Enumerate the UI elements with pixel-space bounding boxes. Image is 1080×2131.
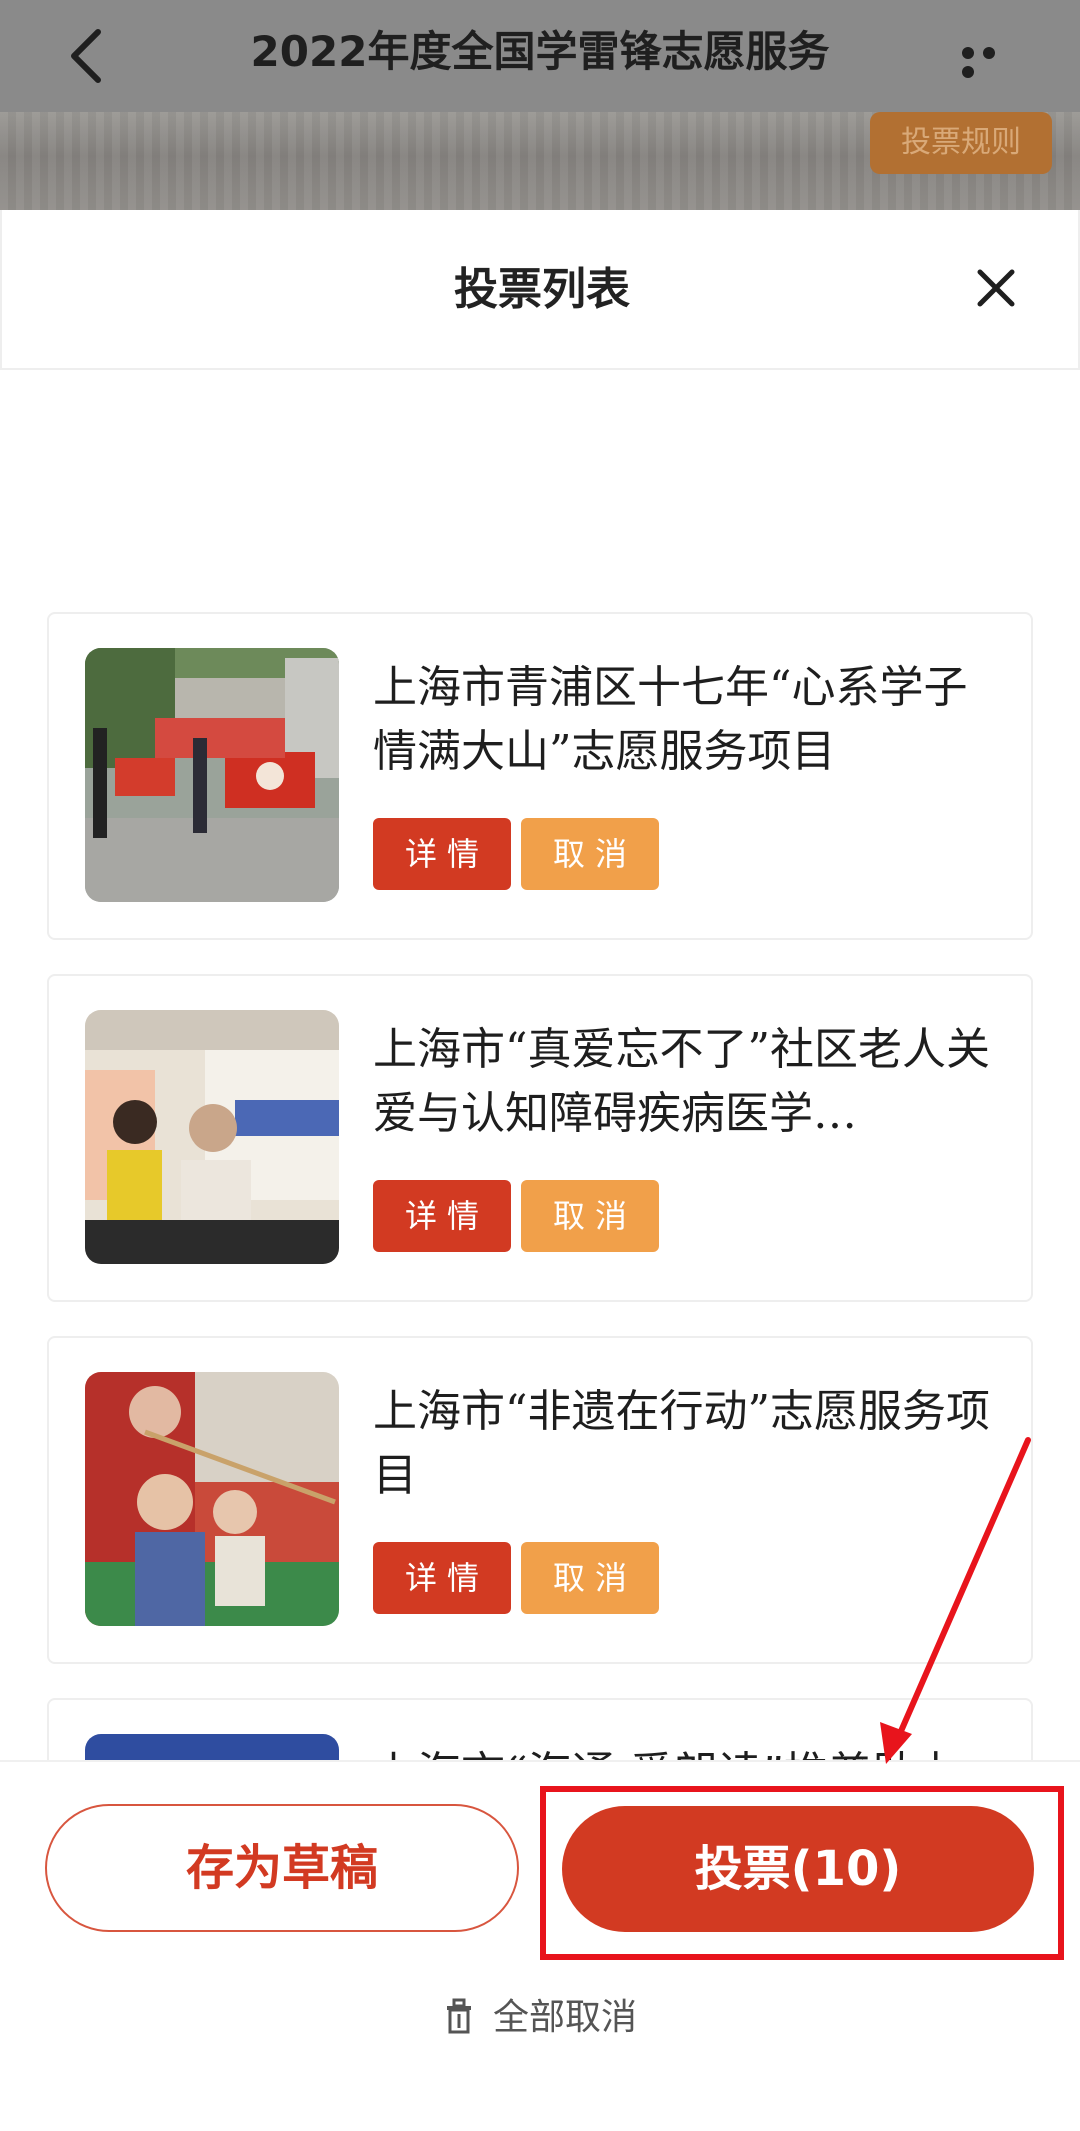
project-thumbnail (85, 648, 339, 902)
detail-button[interactable]: 详情 (373, 818, 511, 890)
project-title: 上海市“海通·爱朗读”推普助力乡村振兴志愿服务项目 (373, 1742, 993, 1760)
project-thumbnail (85, 1010, 339, 1264)
save-draft-button[interactable]: 存为草稿 (45, 1804, 519, 1932)
cancel-button[interactable]: 取消 (521, 1180, 659, 1252)
sheet-footer: 存为草稿 投票(10) 全部取消 (0, 1760, 1080, 2131)
sheet-header: 投票列表 (0, 210, 1080, 370)
project-title: 上海市“非遗在行动”志愿服务项目 (373, 1386, 990, 1501)
cancel-button[interactable]: 取消 (521, 818, 659, 890)
more-icon[interactable] (962, 44, 1024, 78)
page-title: 2022年度全国学雷锋志愿服务 (250, 27, 830, 76)
vote-list[interactable]: 上海市青浦区十七年“心系学子 情满大山”志愿服务项目 详情 取消 上海市“真爱忘… (0, 372, 1080, 1760)
list-item: 上海市青浦区十七年“心系学子 情满大山”志愿服务项目 详情 取消 (47, 612, 1033, 940)
project-title: 上海市“真爱忘不了”社区老人关爱与认知障碍疾病医学… (373, 1024, 990, 1139)
project-thumbnail (85, 1372, 339, 1626)
project-title: 上海市青浦区十七年“心系学子 情满大山”志愿服务项目 (373, 662, 968, 777)
list-item: 上海市“非遗在行动”志愿服务项目 详情 取消 (47, 1336, 1033, 1664)
vote-button[interactable]: 投票(10) (562, 1806, 1034, 1932)
cancel-all-label: 全部取消 (492, 1997, 637, 2038)
project-thumbnail (85, 1734, 339, 1760)
detail-button[interactable]: 详情 (373, 1542, 511, 1614)
back-icon[interactable] (66, 28, 106, 84)
cancel-button[interactable]: 取消 (521, 1542, 659, 1614)
list-item: 上海市“真爱忘不了”社区老人关爱与认知障碍疾病医学… 详情 取消 (47, 974, 1033, 1302)
detail-button[interactable]: 详情 (373, 1180, 511, 1252)
list-item: 上海市“海通·爱朗读”推普助力乡村振兴志愿服务项目 详情 取消 (47, 1698, 1033, 1760)
sheet-title: 投票列表 (454, 264, 630, 315)
vote-rules-button[interactable]: 投票规则 (870, 112, 1052, 174)
top-bar: 2022年度全国学雷锋志愿服务 (0, 0, 1080, 112)
vote-list-sheet: 投票列表 上海市青浦区十七年“心系学子 情满大山”志愿服务项目 详情 取消 上海… (0, 210, 1080, 2131)
cancel-all-button[interactable]: 全部取消 (0, 1990, 1080, 2046)
trash-icon (446, 1998, 471, 2034)
close-icon[interactable] (974, 266, 1018, 310)
